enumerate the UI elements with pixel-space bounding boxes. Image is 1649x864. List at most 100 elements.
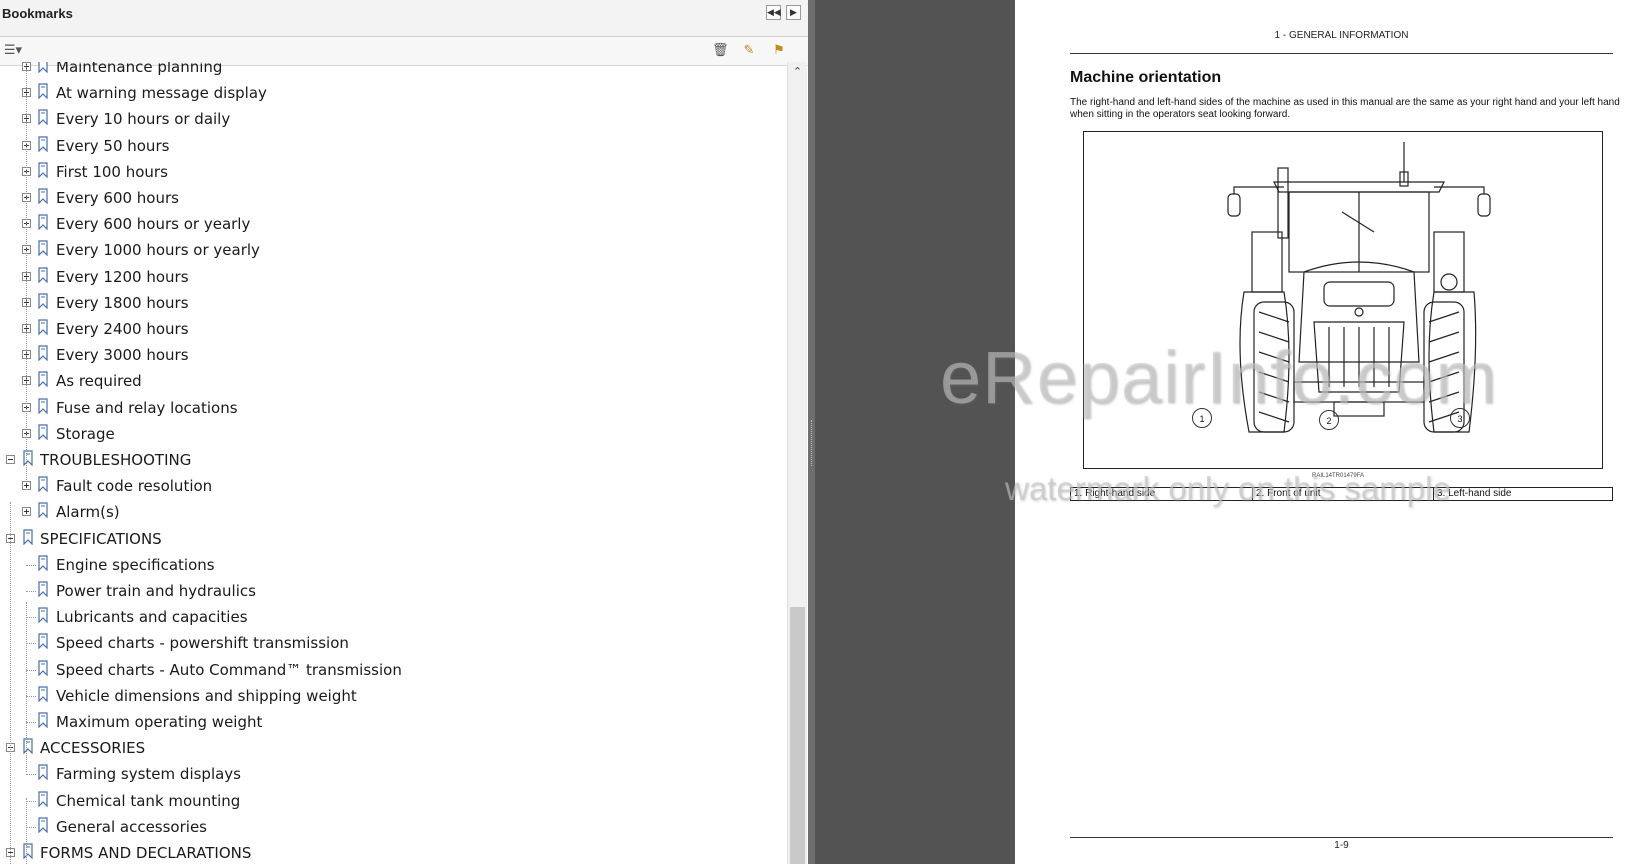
bookmark-item[interactable]: Storage — [0, 423, 780, 449]
tree-connector — [26, 643, 36, 645]
section-header: 1 - GENERAL INFORMATION — [1274, 30, 1409, 41]
bookmark-label: ACCESSORIES — [40, 739, 146, 758]
bookmark-icon — [37, 319, 49, 336]
bookmark-item[interactable]: Every 10 hours or daily — [0, 108, 780, 134]
bookmark-item[interactable]: Every 600 hours or yearly — [0, 213, 780, 239]
bookmark-label: Every 600 hours or yearly — [56, 215, 251, 234]
bookmark-item[interactable]: First 100 hours — [0, 161, 780, 187]
find-bookmark-icon[interactable]: ⚑ — [771, 43, 787, 59]
bookmark-icon — [37, 293, 49, 310]
bookmark-item[interactable]: Every 3000 hours — [0, 344, 780, 370]
bookmark-icon — [22, 450, 34, 467]
bookmark-label: Speed charts - powershift transmission — [56, 634, 349, 653]
scroll-thumb[interactable] — [790, 607, 805, 864]
bookmark-item[interactable]: Every 600 hours — [0, 187, 780, 213]
bookmark-label: TROUBLESHOOTING — [40, 451, 192, 469]
header-rule — [1070, 53, 1613, 54]
bookmark-label: Fault code resolution — [56, 477, 213, 496]
new-bookmark-icon[interactable]: ✎ — [741, 43, 757, 59]
bookmark-icon — [37, 659, 49, 677]
bookmark-item[interactable]: Every 2400 hours — [0, 318, 780, 344]
bookmarks-tree: Maintenance planning At warning message d… — [0, 62, 788, 864]
legend-item-3: 3. Left-hand side — [1433, 488, 1612, 500]
intro-paragraph: The right-hand and left-hand sides of th… — [1070, 97, 1620, 120]
splitter-grip — [811, 420, 814, 466]
bookmark-item[interactable]: At warning message display — [0, 82, 780, 108]
bookmark-label: SPECIFICATIONS — [40, 529, 162, 548]
bookmark-item[interactable]: Power train and hydraulics — [0, 580, 780, 606]
bookmark-label: Every 50 hours — [56, 136, 170, 155]
bookmark-label: Alarm(s) — [56, 503, 120, 522]
collapse-toggle-icon[interactable] — [6, 455, 15, 464]
bookmark-item[interactable]: ACCESSORIES — [0, 737, 780, 763]
bookmarks-header: Bookmarks ◀◀ ▶ — [0, 0, 808, 37]
bookmark-icon — [37, 162, 49, 179]
scroll-up-icon[interactable]: ⌃ — [788, 64, 807, 80]
footer-rule — [1070, 837, 1613, 838]
bookmark-item[interactable]: Every 1200 hours — [0, 266, 780, 292]
bookmark-label: Every 2400 hours — [56, 320, 189, 338]
bookmark-item[interactable]: Lubricants and capacities — [0, 606, 780, 632]
expand-toggle-icon[interactable] — [22, 481, 31, 491]
bookmark-item[interactable]: TROUBLESHOOTING — [0, 449, 780, 475]
bookmark-icon — [37, 581, 49, 598]
bookmark-icon — [37, 266, 49, 284]
watermark-note: watermark only on this sample — [1005, 470, 1451, 507]
bookmark-label: Every 1800 hours — [56, 293, 189, 312]
bookmark-item[interactable]: Fuse and relay locations — [0, 397, 780, 423]
bookmark-item[interactable]: SPECIFICATIONS — [0, 528, 780, 554]
bookmark-label: Maximum operating weight — [56, 713, 263, 731]
bookmark-item[interactable]: Alarm(s) — [0, 501, 780, 527]
bookmark-item[interactable]: Farming system displays — [0, 763, 780, 789]
bookmark-item[interactable]: Fault code resolution — [0, 475, 780, 501]
scrollbar[interactable]: ⌃ — [787, 62, 807, 864]
bookmark-item[interactable]: As required — [0, 370, 780, 396]
bookmark-icon — [37, 83, 49, 100]
document-page: 1 - GENERAL INFORMATION Machine orientat… — [1015, 0, 1649, 864]
bookmark-icon — [37, 188, 49, 205]
bookmark-label: Every 3000 hours — [56, 346, 189, 365]
bookmark-item[interactable]: Engine specifications — [0, 554, 780, 580]
tree-connector — [26, 695, 36, 697]
bookmark-item[interactable]: Maintenance planning — [0, 62, 780, 82]
bookmark-item[interactable]: Chemical tank mounting — [0, 790, 780, 816]
options-menu-icon[interactable]: ☰▾ — [2, 43, 24, 59]
bookmark-icon — [37, 712, 49, 729]
delete-bookmark-icon[interactable]: 🗑 — [712, 43, 729, 59]
bookmark-icon — [37, 502, 49, 519]
tree-guide-line — [26, 602, 27, 772]
bookmark-label: Every 1200 hours — [56, 267, 189, 286]
tree-connector — [26, 669, 36, 671]
bookmark-icon — [37, 555, 49, 572]
expand-toggle-icon[interactable] — [22, 507, 31, 517]
expand-panel-button[interactable]: ▶ — [786, 5, 801, 20]
bookmark-item[interactable]: Speed charts - powershift transmission — [0, 632, 780, 658]
bookmark-item[interactable]: Speed charts - Auto Command™ transmissio… — [0, 659, 780, 685]
bookmark-label: Fuse and relay locations — [56, 398, 238, 417]
tree-connector — [26, 617, 36, 619]
bookmark-label: Power train and hydraulics — [56, 582, 256, 600]
bookmark-icon — [37, 109, 49, 126]
bookmark-label: General accessories — [56, 817, 207, 836]
bookmark-icon — [37, 817, 49, 834]
bookmark-label: Every 1000 hours or yearly — [56, 241, 260, 260]
collapse-panel-button[interactable]: ◀◀ — [766, 5, 781, 20]
bookmark-item[interactable]: Maximum operating weight — [0, 711, 780, 737]
bookmark-item[interactable]: Every 1800 hours — [0, 292, 780, 318]
bookmark-icon — [37, 135, 49, 153]
bookmark-item[interactable]: General accessories — [0, 816, 780, 842]
bookmark-item[interactable]: Vehicle dimensions and shipping weight — [0, 685, 780, 711]
bookmark-label: Every 600 hours — [56, 189, 179, 207]
bookmark-icon — [37, 345, 49, 362]
bookmark-item[interactable]: Every 50 hours — [0, 135, 780, 161]
bookmark-label: FORMS AND DECLARATIONS — [40, 844, 252, 862]
tree-connector — [26, 800, 36, 802]
bookmark-label: Engine specifications — [56, 555, 215, 574]
bookmark-label: Vehicle dimensions and shipping weight — [56, 686, 357, 705]
bookmark-item[interactable]: Every 1000 hours or yearly — [0, 239, 780, 265]
bookmark-icon — [37, 62, 49, 74]
bookmark-label: Chemical tank mounting — [56, 791, 241, 810]
tree-guide-line — [26, 798, 27, 864]
bookmark-item[interactable]: FORMS AND DECLARATIONS — [0, 842, 780, 864]
bookmark-icon — [37, 371, 49, 388]
